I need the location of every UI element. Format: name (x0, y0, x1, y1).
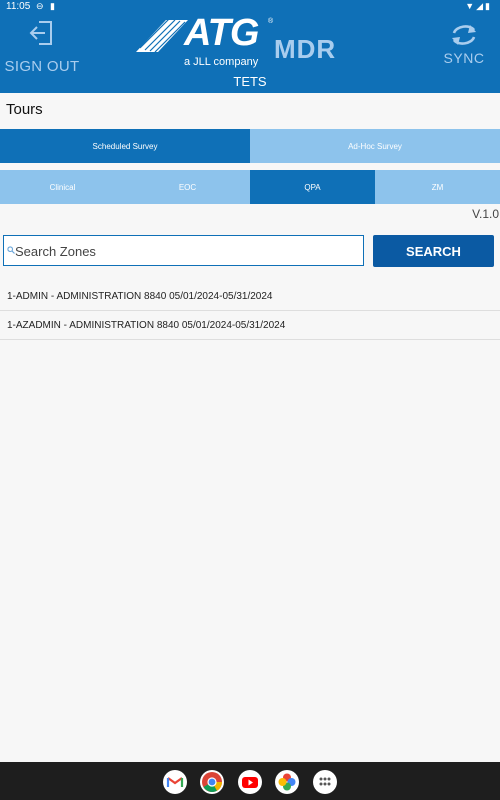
photos-icon[interactable] (275, 770, 299, 794)
version-label: V.1.0 (472, 207, 499, 221)
tab-scheduled-survey[interactable]: Scheduled Survey (0, 129, 250, 163)
status-time: 11:05 (6, 1, 31, 12)
app-header: SIGN OUT ATG ® MDR a JLL company SYNC TE… (0, 12, 500, 93)
search-button[interactable]: SEARCH (373, 235, 494, 267)
system-icons: ▼◢▮ (465, 1, 492, 11)
sign-out-button[interactable]: SIGN OUT (2, 18, 82, 78)
gmail-icon[interactable] (163, 770, 187, 794)
page-title: TETS (233, 74, 267, 89)
tab-zm[interactable]: ZM (375, 170, 500, 204)
sign-out-icon (29, 21, 52, 45)
tab-clinical[interactable]: Clinical (0, 170, 125, 204)
logo-sub: MDR (274, 34, 337, 64)
atg-logo: ATG ® MDR a JLL company (136, 12, 366, 70)
search-box (3, 235, 364, 266)
chrome-icon[interactable] (200, 770, 224, 794)
list-item[interactable]: 1-AZADMIN - ADMINISTRATION 8840 05/01/20… (0, 311, 500, 340)
logo-registered-mark: ® (268, 18, 274, 25)
logo-text: ATG (184, 12, 259, 54)
tab-ad-hoc-survey[interactable]: Ad-Hoc Survey (250, 129, 500, 163)
tab-eoc[interactable]: EOC (125, 170, 250, 204)
logo-tagline: a JLL company (184, 56, 259, 68)
notification-icons: ⊖ ▮ (36, 1, 57, 11)
sync-icon (452, 25, 476, 45)
youtube-icon[interactable] (238, 770, 262, 794)
taskbar-dock (0, 762, 500, 800)
sync-button[interactable]: SYNC (436, 22, 492, 72)
app-drawer-icon[interactable] (313, 770, 337, 794)
search-input[interactable] (15, 240, 355, 262)
tab-qpa[interactable]: QPA (250, 170, 375, 204)
sign-out-label: SIGN OUT (4, 58, 80, 75)
logo-stripes-icon (136, 20, 188, 52)
category-tabs: Clinical EOC QPA ZM (0, 170, 500, 204)
section-title: Tours (6, 101, 43, 118)
survey-tabs: Scheduled Survey Ad-Hoc Survey (0, 129, 500, 163)
search-icon (7, 246, 15, 254)
list-item[interactable]: 1-ADMIN - ADMINISTRATION 8840 05/01/2024… (0, 282, 500, 311)
zone-list: 1-ADMIN - ADMINISTRATION 8840 05/01/2024… (0, 282, 500, 340)
sync-label: SYNC (443, 50, 485, 66)
